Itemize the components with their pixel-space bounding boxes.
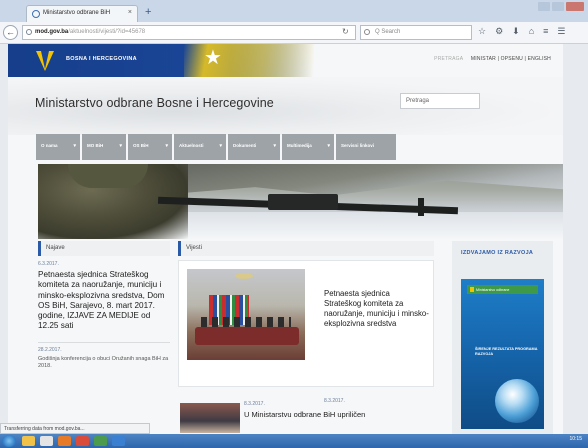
announcements-column: Vijesti Petnaesta sjednica Strateškog ko…: [178, 241, 434, 434]
menu-item[interactable]: Dokumenti ▾: [228, 134, 280, 160]
browser-search-placeholder: Q Search: [375, 29, 401, 35]
site-search-input[interactable]: Pretraga: [400, 93, 480, 109]
machine-gun-bipod: [418, 198, 424, 216]
close-window-button[interactable]: [566, 2, 584, 11]
featured-article-card[interactable]: Petnaesta sjednica Strateškog komiteta z…: [178, 260, 434, 404]
globe-icon: [32, 10, 40, 18]
menu-item[interactable]: Servisni linkovi: [336, 134, 396, 160]
bookmark-star-icon[interactable]: ☆: [478, 26, 486, 37]
menu-item[interactable]: OS BiH ▾: [128, 134, 172, 160]
news-column: Najave 6.3.2017. Petnaesta sjednica Stra…: [38, 241, 170, 434]
hero-banner-image: [38, 164, 563, 239]
news-link[interactable]: Petnaesta sjednica Strateškog komiteta z…: [38, 270, 170, 332]
menu-item-label: Aktuelnosti: [179, 143, 204, 148]
chandelier: [235, 273, 253, 279]
menu-item-label: O nama: [41, 143, 58, 148]
machine-gun-body: [268, 194, 338, 210]
url-domain: mod.gov.ba: [35, 29, 69, 35]
app-icon[interactable]: [112, 436, 125, 446]
news-date: 6.3.2017.: [38, 261, 59, 267]
taskbar: 10:15: [0, 434, 588, 448]
browser-tab[interactable]: Ministarstvo odbrane BiH ×: [26, 5, 138, 22]
chevron-down-icon: ▾: [327, 143, 330, 149]
sidebar-heading: IZDVAJAMO IZ RAZVOJA: [461, 250, 534, 256]
home-icon[interactable]: ⌂: [529, 26, 534, 37]
news-date: 28.2.2017.: [38, 341, 170, 353]
browser-search-input[interactable]: Q Search: [360, 25, 472, 40]
chevron-down-icon: ▾: [219, 143, 222, 149]
sidebar: IZDVAJAMO IZ RAZVOJA Ministarstvo odbran…: [452, 241, 553, 434]
address-bar[interactable]: mod.gov.ba/aktuelnosti/vijesti/?id=45678: [22, 25, 356, 40]
article-item[interactable]: 8.3.2017. U Ministarstvu odbrane BiH upr…: [178, 401, 434, 434]
cover-header: Ministarstvo odbrane: [467, 285, 538, 294]
article-title[interactable]: U Ministarstvu odbrane BiH upriličen: [244, 410, 365, 419]
web-page: BOSNA I HERCEGOVINA ★ PRETRAGA MINISTAR …: [0, 44, 588, 434]
browser-tabbar: Ministarstvo odbrane BiH × +: [0, 0, 588, 22]
menu-item[interactable]: Aktuelnosti ▾: [174, 134, 226, 160]
menu-item-label: OS BiH: [133, 143, 149, 148]
menu-item[interactable]: Multimedija ▾: [282, 134, 334, 160]
back-button[interactable]: ←: [3, 25, 18, 40]
news-link[interactable]: Godišnja konferencija o obuci Oružanih s…: [38, 356, 170, 370]
browser-status-bar: Transferring data from mod.gov.ba...: [0, 423, 150, 434]
coat-of-arms-icon[interactable]: [36, 51, 54, 71]
reader-icon[interactable]: ≡: [543, 26, 548, 37]
maximize-button[interactable]: [552, 2, 564, 11]
country-name[interactable]: BOSNA I HERCEGOVINA: [66, 56, 137, 62]
news-header: Najave: [38, 241, 170, 256]
chevron-down-icon: ▾: [273, 143, 276, 149]
url-path: /aktuelnosti/vijesti/?id=45678: [68, 29, 146, 35]
search-icon: [364, 29, 370, 35]
firefox-icon[interactable]: [58, 436, 71, 446]
article-photo[interactable]: [187, 269, 305, 360]
article-thumbnail[interactable]: [180, 403, 240, 433]
report-cover-link[interactable]: Ministarstvo odbrane ŠIRENJE REZULTATA P…: [461, 279, 544, 429]
soldier-helmet: [68, 164, 148, 188]
menu-item-label: Multimedija: [287, 143, 312, 148]
menu-item-label: Servisni linkovi: [341, 143, 375, 148]
menu-item[interactable]: O nama ▾: [36, 134, 80, 160]
clock[interactable]: 10:15: [569, 436, 582, 442]
star-logo-icon: ★: [204, 47, 222, 69]
article-title[interactable]: Petnaesta sjednica Strateškog komiteta z…: [324, 289, 429, 329]
announcements-header: Vijesti: [178, 241, 434, 256]
media-player-icon[interactable]: [40, 436, 53, 446]
menu-icon[interactable]: ☰: [557, 26, 565, 37]
site-info-icon[interactable]: [26, 29, 32, 35]
close-tab-icon[interactable]: ×: [128, 9, 132, 16]
top-nav-links[interactable]: MINISTAR | OPSENU | ENGLISH: [471, 56, 551, 62]
reload-icon[interactable]: ↻: [342, 27, 349, 36]
download-icon[interactable]: ⬇: [512, 26, 520, 37]
conference-table: [195, 327, 299, 345]
cover-title: ŠIRENJE REZULTATA PROGRAMA RAZVOJA: [475, 347, 538, 356]
app-icon[interactable]: [76, 436, 89, 446]
minimize-button[interactable]: [538, 2, 550, 11]
chevron-down-icon: ▾: [165, 143, 168, 149]
globe-icon: [495, 379, 539, 423]
main-menu: O nama ▾ MO BiH ▾ OS BiH ▾ Aktuelnosti ▾ Dokumen…: [36, 134, 396, 160]
top-search-link[interactable]: PRETRAGA: [434, 56, 463, 62]
explorer-icon[interactable]: [22, 436, 35, 446]
chevron-down-icon: ▾: [119, 143, 122, 149]
new-tab-button[interactable]: +: [145, 7, 151, 18]
chevron-down-icon: ▾: [73, 143, 76, 149]
toolbar-icons: ☆ ⚙ ⬇ ⌂ ≡ ☰: [478, 26, 565, 37]
tab-title: Ministarstvo odbrane BiH: [43, 10, 111, 16]
site-title[interactable]: Ministarstvo odbrane Bosne i Hercegovine: [35, 96, 274, 110]
window-controls: [538, 2, 584, 11]
browser-navbar: ← mod.gov.ba/aktuelnosti/vijesti/?id=456…: [0, 22, 588, 44]
settings-icon[interactable]: ⚙: [495, 26, 503, 37]
page-container: BOSNA I HERCEGOVINA ★ PRETRAGA MINISTAR …: [8, 44, 563, 434]
top-links: PRETRAGA MINISTAR | OPSENU | ENGLISH: [434, 56, 551, 62]
app-icon[interactable]: [94, 436, 107, 446]
article-date: 8.3.2017.: [244, 401, 265, 407]
menu-item-label: MO BiH: [87, 143, 104, 148]
menu-item-label: Dokumenti: [233, 143, 257, 148]
menu-item[interactable]: MO BiH ▾: [82, 134, 126, 160]
header-flag-bar: BOSNA I HERCEGOVINA ★ PRETRAGA MINISTAR …: [8, 44, 563, 77]
start-button[interactable]: [2, 435, 16, 447]
